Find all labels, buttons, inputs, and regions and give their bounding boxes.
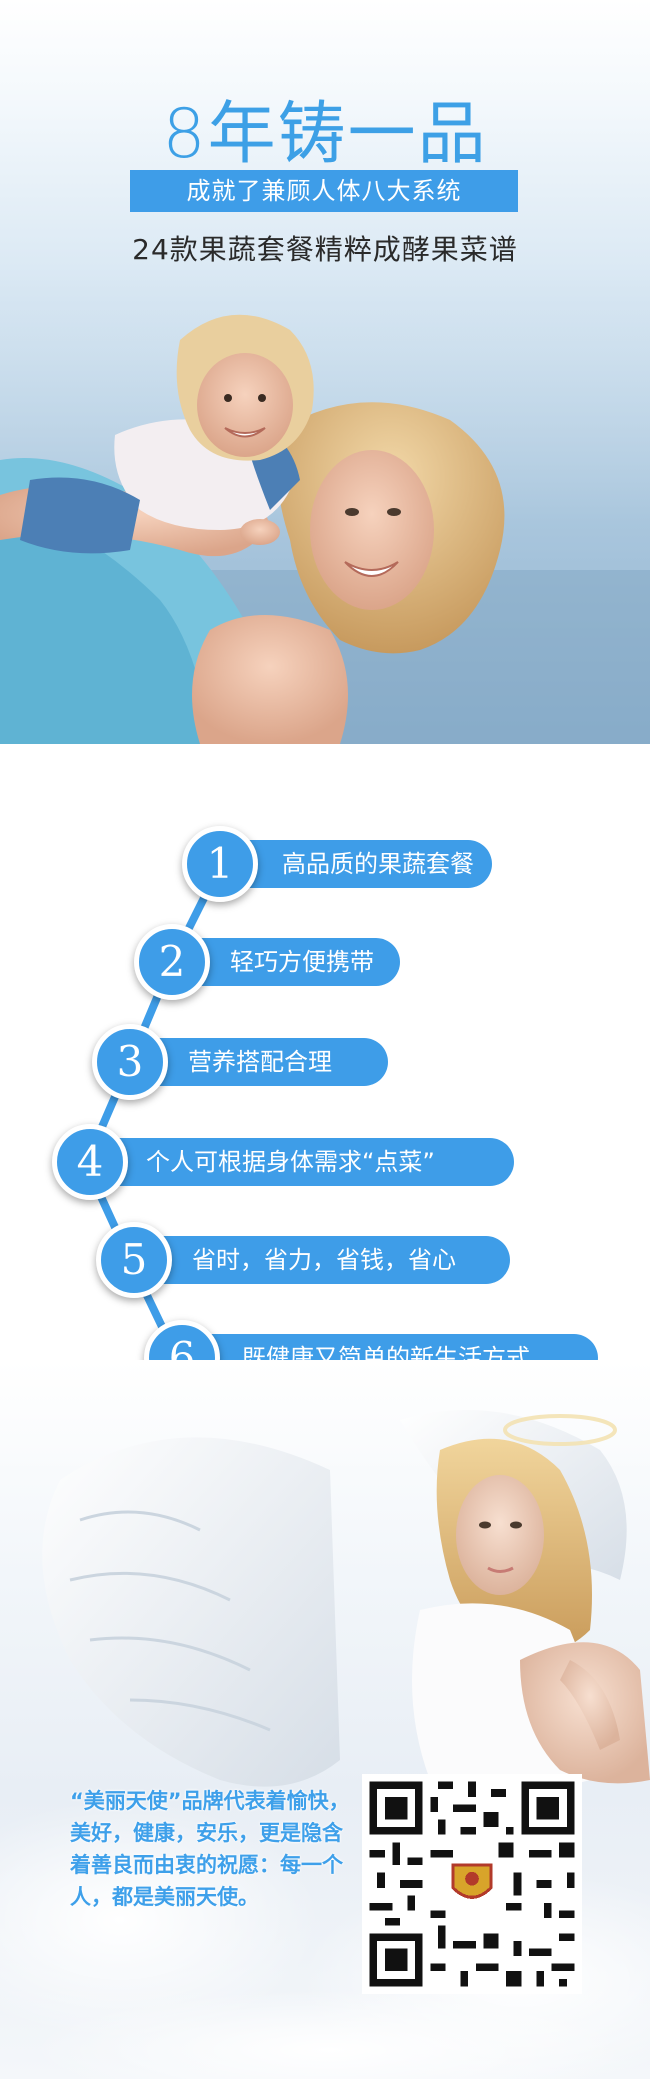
step-number: 3 <box>92 1024 168 1100</box>
step-number: 4 <box>52 1124 128 1200</box>
step-label: 营养搭配合理 <box>132 1038 388 1086</box>
step-number: 1 <box>182 826 258 902</box>
brand-section: “美丽天使”品牌代表着愉快，美好，健康，安乐，更是隐含着善良而由衷的祝愿：每一个… <box>0 1360 650 2079</box>
step-label: 省时，省力，省钱，省心 <box>136 1236 510 1284</box>
brand-description: “美丽天使”品牌代表着愉快，美好，健康，安乐，更是隐含着善良而由衷的祝愿：每一个… <box>70 1789 350 1909</box>
hero-section: 8年铸一品 成就了兼顾人体八大系统 24款果蔬套餐精粹成酵果菜谱 <box>0 0 650 744</box>
qr-code-icon[interactable] <box>362 1774 582 1994</box>
hero-title: 8年铸一品 <box>162 95 488 174</box>
hero-subtitle: 24款果蔬套餐精粹成酵果菜谱 <box>132 233 518 266</box>
step-label: 高品质的果蔬套餐 <box>222 840 492 888</box>
feature-steps: 高品质的果蔬套餐 1 轻巧方便携带 2 营养搭配合理 3 个人可根据身体需求“点… <box>0 744 650 1396</box>
step-number: 2 <box>134 924 210 1000</box>
step-number: 5 <box>96 1222 172 1298</box>
hero-banner: 成就了兼顾人体八大系统 <box>130 170 518 212</box>
step-label: 个人可根据身体需求“点菜” <box>92 1138 514 1186</box>
brand-crest-icon <box>445 1857 499 1911</box>
mother-child-photo <box>0 300 650 744</box>
